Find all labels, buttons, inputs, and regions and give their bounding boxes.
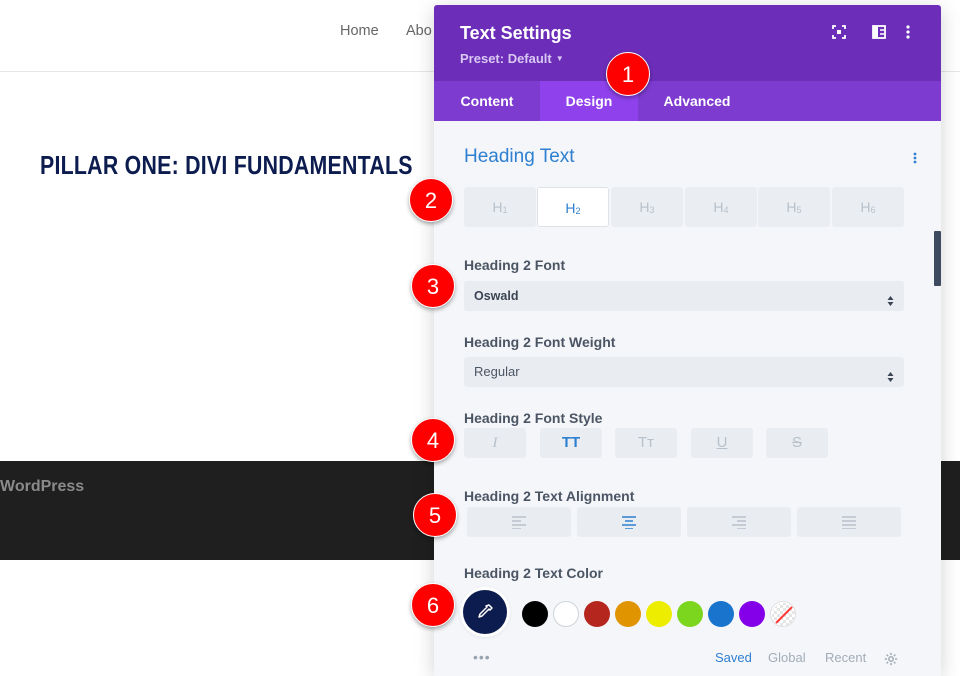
heading-level-tabs: H1 H2 H3 H4 H5 H6 <box>464 187 904 227</box>
split-view-icon[interactable] <box>872 25 888 41</box>
font-style-label: Heading 2 Font Style <box>464 410 603 426</box>
font-weight-value: Regular <box>474 364 520 379</box>
caret-down-icon: ▼ <box>555 54 564 63</box>
more-horizontal-icon[interactable]: ••• <box>473 649 491 665</box>
color-swatch-black[interactable] <box>522 601 548 627</box>
align-justify-button[interactable] <box>797 507 901 537</box>
text-alignment-label: Heading 2 Text Alignment <box>464 488 635 504</box>
tab-content[interactable]: Content <box>434 81 540 121</box>
more-vertical-icon[interactable] <box>906 25 922 41</box>
h4-sub: 4 <box>723 205 729 215</box>
nav-link-about[interactable]: Abo <box>406 23 432 39</box>
align-center-icon <box>622 516 636 529</box>
color-picker-button[interactable] <box>463 590 507 634</box>
nav-link-home[interactable]: Home <box>340 23 379 39</box>
h1-label: H <box>492 199 503 215</box>
gear-icon[interactable] <box>884 652 898 666</box>
step-marker-3: 3 <box>411 264 455 308</box>
h4-label: H <box>713 199 724 215</box>
h3-sub: 3 <box>649 205 655 215</box>
clear-color-icon[interactable] <box>770 601 796 627</box>
italic-icon: I <box>492 435 498 451</box>
palette-recent-link[interactable]: Recent <box>825 650 866 665</box>
step-marker-2: 2 <box>409 178 453 222</box>
color-swatch-green[interactable] <box>677 601 703 627</box>
section-more-icon[interactable] <box>913 151 917 165</box>
tab-h5[interactable]: H5 <box>758 187 830 227</box>
tab-h4[interactable]: H4 <box>685 187 757 227</box>
panel-scrollbar[interactable] <box>934 231 941 286</box>
underline-icon: U <box>716 434 728 451</box>
color-swatch-blue[interactable] <box>708 601 734 627</box>
fullscreen-icon[interactable] <box>832 25 848 41</box>
color-swatch-yellow[interactable] <box>646 601 672 627</box>
align-justify-icon <box>842 516 856 529</box>
step-marker-1: 1 <box>606 52 650 96</box>
align-left-icon <box>512 516 526 529</box>
tab-h3[interactable]: H3 <box>611 187 683 227</box>
capitalize-icon: Tᴛ <box>637 434 655 451</box>
panel-body: Heading Text H1 H2 H3 H4 H5 H6 Heading 2… <box>434 121 941 676</box>
uppercase-button[interactable]: TT <box>540 428 602 458</box>
strikethrough-icon: S <box>791 434 802 451</box>
font-select[interactable]: Oswald <box>464 281 904 311</box>
h5-sub: 5 <box>796 205 802 215</box>
italic-button[interactable]: I <box>464 428 526 458</box>
color-swatch-purple[interactable] <box>739 601 765 627</box>
h1-sub: 1 <box>502 205 508 215</box>
text-settings-panel: Text Settings Preset: Default ▼ Content D… <box>434 5 941 676</box>
palette-saved-link[interactable]: Saved <box>715 650 752 665</box>
select-arrows-icon <box>887 289 894 306</box>
uppercase-icon: TT <box>561 434 581 451</box>
tab-advanced[interactable]: Advanced <box>638 81 756 121</box>
font-weight-label: Heading 2 Font Weight <box>464 334 616 350</box>
page-heading: PILLAR ONE: DIVI FUNDAMENTALS <box>40 150 413 180</box>
section-title-heading-text[interactable]: Heading Text <box>464 146 575 168</box>
preset-selector[interactable]: Preset: Default ▼ <box>460 51 564 66</box>
h2-sub: 2 <box>575 206 581 216</box>
eyedropper-icon <box>478 604 493 618</box>
h6-label: H <box>860 199 871 215</box>
step-marker-6: 6 <box>411 583 455 627</box>
preset-label: Preset: Default <box>460 51 552 66</box>
strikethrough-button[interactable]: S <box>766 428 828 458</box>
h6-sub: 6 <box>870 205 876 215</box>
footer-text: WordPress <box>0 478 85 495</box>
panel-title: Text Settings <box>460 23 572 43</box>
align-left-button[interactable] <box>467 507 571 537</box>
step-marker-4: 4 <box>411 418 455 462</box>
tab-h6[interactable]: H6 <box>832 187 904 227</box>
color-swatch-red[interactable] <box>584 601 610 627</box>
font-label: Heading 2 Font <box>464 257 566 273</box>
align-right-button[interactable] <box>687 507 791 537</box>
align-right-icon <box>732 516 746 529</box>
font-value: Oswald <box>474 289 519 303</box>
panel-tabs: Content Design Advanced <box>434 81 941 121</box>
color-swatch-orange[interactable] <box>615 601 641 627</box>
font-weight-select[interactable]: Regular <box>464 357 904 387</box>
tab-h2[interactable]: H2 <box>537 187 609 227</box>
underline-button[interactable]: U <box>691 428 753 458</box>
capitalize-button[interactable]: Tᴛ <box>615 428 677 458</box>
palette-global-link[interactable]: Global <box>768 650 806 665</box>
tab-h1[interactable]: H1 <box>464 187 536 227</box>
h3-label: H <box>639 199 650 215</box>
step-marker-5: 5 <box>413 493 457 537</box>
color-swatch-white[interactable] <box>553 601 579 627</box>
h5-label: H <box>786 199 797 215</box>
text-color-label: Heading 2 Text Color <box>464 565 603 581</box>
select-arrows-icon <box>887 365 894 382</box>
h2-label: H <box>565 200 576 216</box>
panel-header: Text Settings Preset: Default ▼ <box>434 5 941 81</box>
align-center-button[interactable] <box>577 507 681 537</box>
